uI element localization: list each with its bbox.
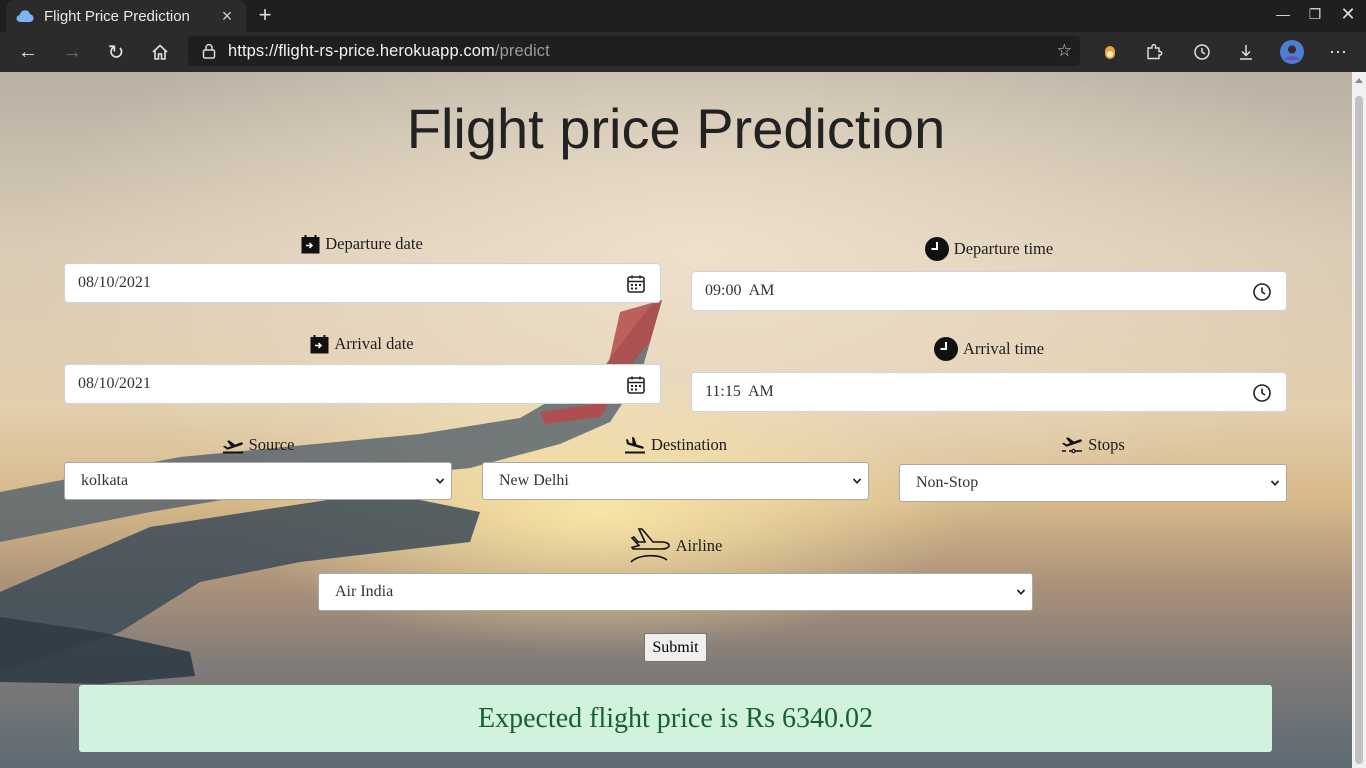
departure-date-label: Departure date	[64, 232, 660, 256]
departure-time-label: Departure time	[691, 236, 1287, 262]
clock-icon	[933, 337, 958, 361]
address-bar[interactable]: https://flight-rs-price.herokuapp.com/pr…	[188, 36, 1080, 66]
calendar-picker-icon[interactable]	[626, 375, 646, 395]
forward-icon: →	[62, 40, 82, 63]
arrival-date-input[interactable]: 08/10/2021	[64, 364, 661, 404]
calendar-icon	[310, 334, 329, 354]
departure-date-label-text: Departure date	[325, 234, 423, 253]
tab-close-icon[interactable]: ×	[218, 6, 236, 27]
download-icon[interactable]	[1234, 40, 1258, 64]
cloud-icon	[16, 10, 34, 22]
page-title: Flight price Prediction	[406, 97, 946, 160]
destination-label: Destination	[482, 433, 869, 457]
clock-picker-icon[interactable]	[1252, 282, 1272, 302]
chevron-down-icon	[1270, 480, 1280, 487]
page-content: Flight price Prediction Departure date 0…	[0, 72, 1352, 768]
airplane-icon	[629, 526, 671, 566]
stops-label: Stops	[899, 433, 1287, 457]
arrival-date-label: Arrival date	[64, 332, 660, 356]
minimize-icon[interactable]: —	[1273, 6, 1293, 22]
departure-time-value: 09:00 AM	[705, 282, 775, 299]
scroll-up-icon[interactable]	[1355, 78, 1363, 83]
lock-icon	[202, 43, 216, 59]
more-menu-icon[interactable]: ⋯	[1326, 40, 1350, 64]
scrollbar-thumb[interactable]	[1355, 96, 1363, 764]
chevron-down-icon	[435, 478, 445, 485]
puzzle-extensions-icon[interactable]	[1142, 40, 1166, 64]
stops-label-text: Stops	[1088, 435, 1125, 454]
stops-select[interactable]: Non-Stop	[899, 464, 1287, 502]
navigation-bar: ← → ↻ https://flight-rs-price.herokuapp.…	[0, 32, 1366, 72]
restore-icon[interactable]: ❐	[1305, 6, 1325, 23]
extension-icon[interactable]	[1098, 40, 1122, 64]
airline-label-text: Airline	[675, 536, 723, 555]
submit-button[interactable]: Submit	[644, 633, 707, 662]
tab-title: Flight Price Prediction	[44, 7, 190, 25]
tab-strip: Flight Price Prediction × + — ❐ ✕	[0, 0, 1366, 32]
favorite-star-icon[interactable]: ☆	[1057, 41, 1072, 61]
new-tab-icon[interactable]: +	[254, 2, 276, 27]
plane-stops-icon	[1061, 435, 1083, 455]
arrival-time-input[interactable]: 11:15 AM	[691, 372, 1287, 412]
plane-departure-icon	[222, 436, 244, 454]
source-label: Source	[64, 433, 452, 457]
clock-picker-icon[interactable]	[1252, 383, 1272, 403]
arrival-date-label-text: Arrival date	[334, 334, 414, 353]
departure-date-input[interactable]: 08/10/2021	[64, 263, 661, 303]
arrival-time-label-text: Arrival time	[962, 339, 1045, 358]
window-close-icon[interactable]: ✕	[1338, 4, 1358, 25]
departure-date-value: 08/10/2021	[78, 274, 151, 291]
prediction-result: Expected flight price is Rs 6340.02	[79, 685, 1272, 752]
page-scrollbar[interactable]	[1352, 72, 1366, 768]
arrival-time-value: 11:15 AM	[705, 383, 774, 400]
departure-time-input[interactable]: 09:00 AM	[691, 271, 1287, 311]
airline-value: Air India	[335, 583, 394, 600]
back-icon[interactable]: ←	[16, 40, 40, 64]
clock-icon	[924, 237, 949, 261]
calendar-icon	[301, 234, 320, 254]
arrival-date-value: 08/10/2021	[78, 375, 151, 392]
source-value: kolkata	[81, 472, 129, 489]
destination-value: New Delhi	[499, 472, 569, 489]
airline-select[interactable]: Air India	[318, 573, 1033, 611]
stops-value: Non-Stop	[916, 474, 979, 491]
url-host: https://flight-rs-price.herokuapp.com	[228, 41, 495, 60]
chevron-down-icon	[1016, 589, 1026, 596]
url-text: https://flight-rs-price.herokuapp.com/pr…	[228, 42, 550, 61]
departure-time-label-text: Departure time	[953, 239, 1054, 258]
plane-arrival-icon	[624, 436, 646, 454]
browser-tab[interactable]: Flight Price Prediction ×	[6, 0, 246, 32]
chevron-down-icon	[852, 478, 862, 485]
destination-select[interactable]: New Delhi	[482, 462, 869, 500]
reload-icon[interactable]: ↻	[104, 40, 128, 64]
profile-avatar[interactable]	[1280, 40, 1304, 64]
url-path: /predict	[494, 41, 550, 60]
source-select[interactable]: kolkata	[64, 462, 452, 500]
arrival-time-label: Arrival time	[691, 336, 1287, 362]
calendar-picker-icon[interactable]	[626, 274, 646, 294]
background-airplane-wing	[0, 300, 662, 684]
destination-label-text: Destination	[650, 435, 728, 454]
history-icon[interactable]	[1190, 40, 1214, 64]
home-icon[interactable]	[148, 40, 172, 64]
source-label-text: Source	[248, 435, 295, 454]
airline-label: Airline	[318, 526, 1033, 566]
